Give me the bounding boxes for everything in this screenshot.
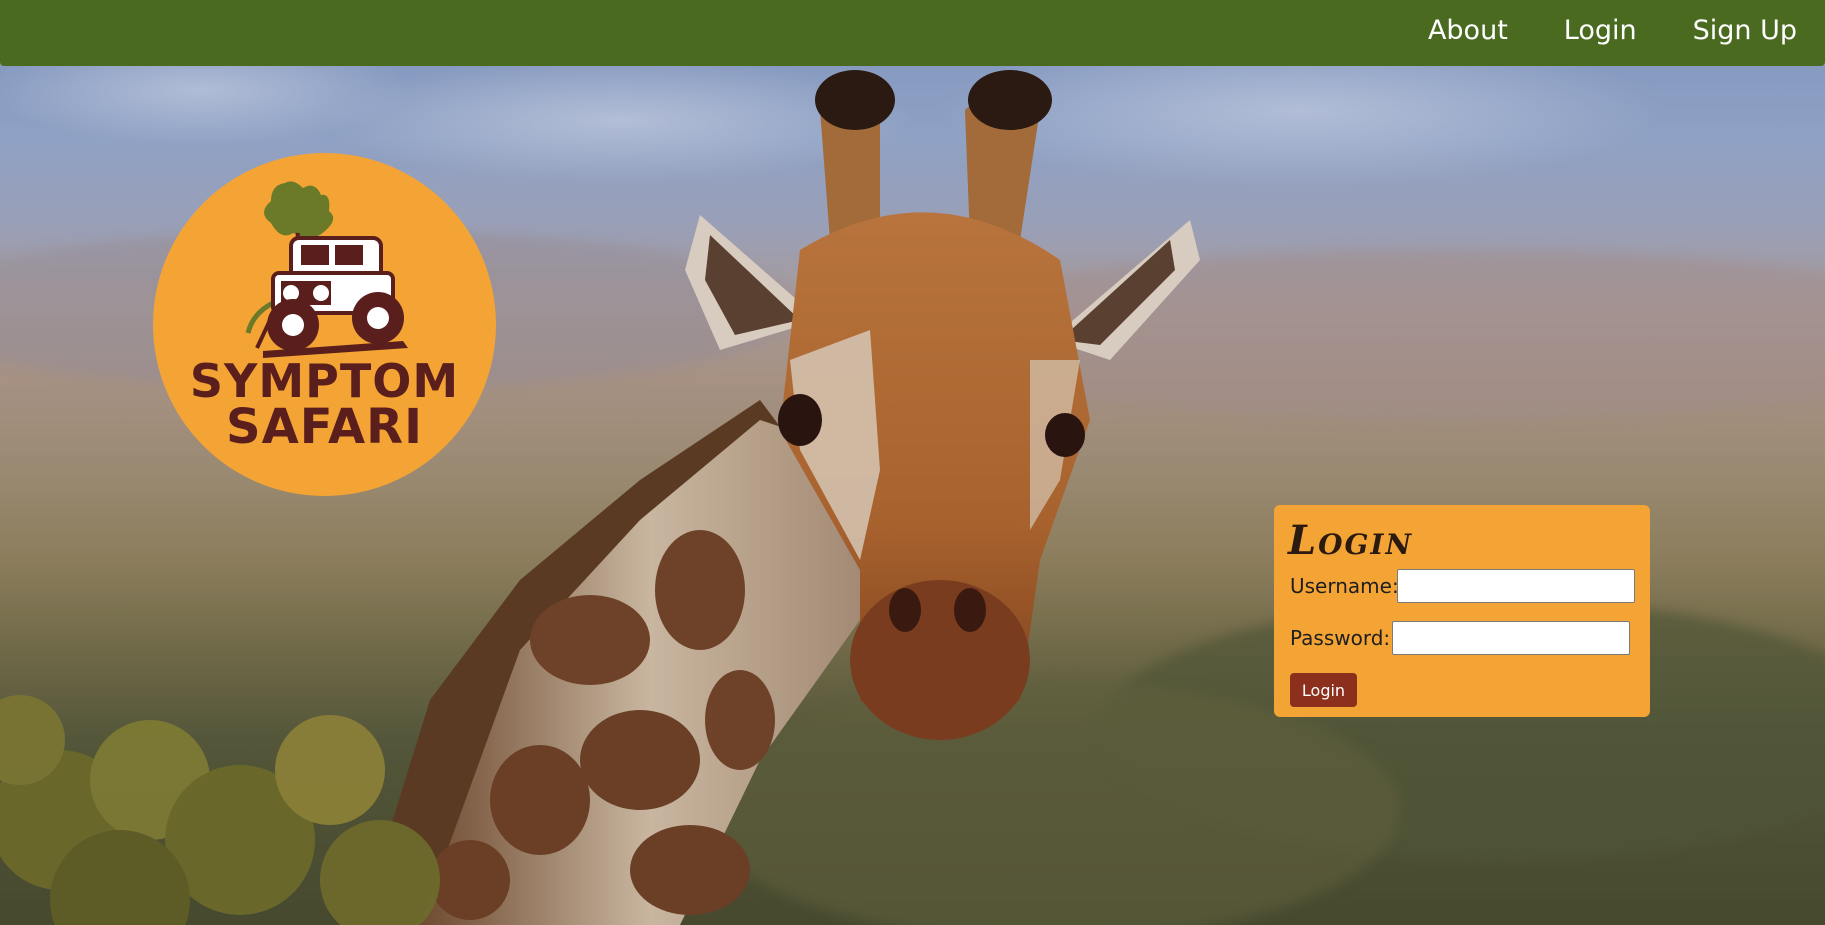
password-input[interactable] [1392, 621, 1630, 655]
nav-about-link[interactable]: About [1428, 15, 1508, 46]
nav-login-link[interactable]: Login [1564, 15, 1637, 46]
site-logo: SYMPTOM SAFARI [153, 153, 496, 496]
username-label: Username: [1290, 574, 1399, 598]
password-label: Password: [1290, 626, 1391, 650]
login-title: Login [1288, 517, 1414, 564]
logo-line-2: SAFARI [226, 399, 423, 455]
login-panel: Login Username: Password: Login [1274, 505, 1650, 717]
page: About Login Sign Up SYMPTOM SAFARI Login… [0, 0, 1825, 925]
username-input[interactable] [1397, 569, 1635, 603]
top-navbar: About Login Sign Up [0, 0, 1825, 66]
nav-links: About Login Sign Up [1400, 0, 1825, 60]
login-submit-button[interactable]: Login [1290, 673, 1357, 707]
nav-signup-link[interactable]: Sign Up [1693, 15, 1797, 46]
logo-line-1: SYMPTOM [189, 354, 460, 408]
